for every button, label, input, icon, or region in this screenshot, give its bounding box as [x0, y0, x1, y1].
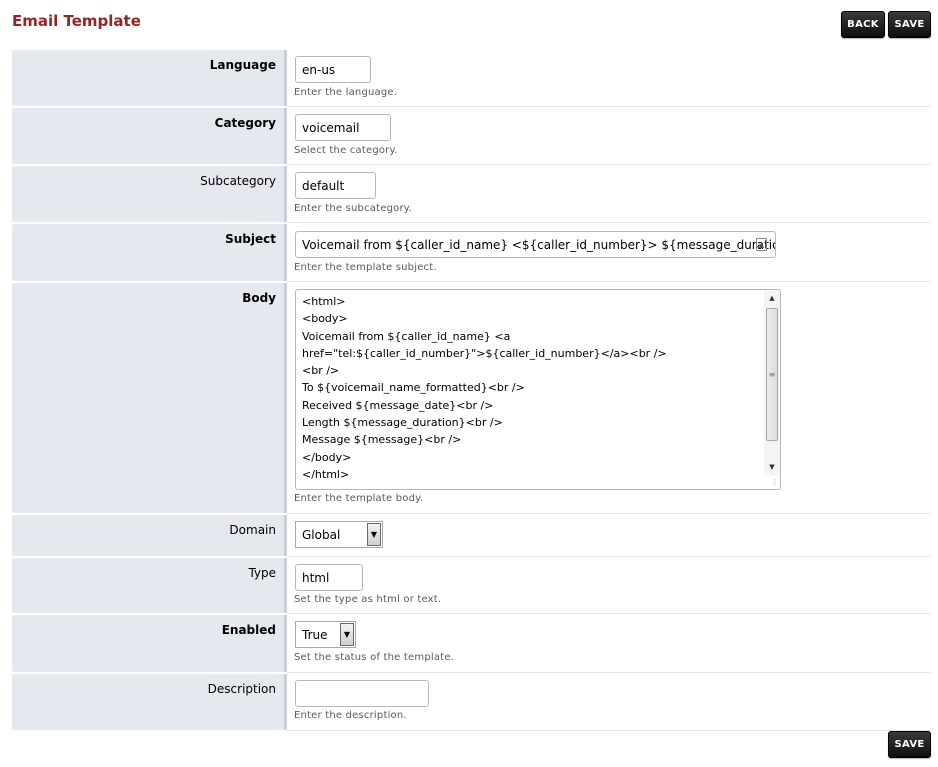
- subject-label: Subject: [225, 232, 276, 246]
- scroll-down-icon[interactable]: ▼: [764, 459, 780, 475]
- subject-value: Voicemail from ${caller_id_name} <${call…: [302, 237, 776, 252]
- field-cell: Voicemail from ${caller_id_name} <${call…: [287, 224, 931, 282]
- field-cell: Enter the description.: [287, 674, 931, 731]
- row-subject: Subject Voicemail from ${caller_id_name}…: [12, 224, 931, 282]
- label-cell: Category: [12, 108, 287, 164]
- body-scrollbar[interactable]: ▲ ≡ ▼: [764, 290, 780, 475]
- enabled-description: Set the status of the template.: [294, 652, 455, 663]
- body-line: href="tel:${caller_id_number}">${caller_…: [302, 346, 667, 360]
- subcategory-description: Enter the subcategory.: [294, 203, 412, 214]
- label-cell: Type: [12, 558, 287, 613]
- row-language: Language en-us Enter the language.: [12, 50, 931, 107]
- description-label: Description: [207, 682, 276, 696]
- description-input[interactable]: [295, 680, 429, 707]
- subject-description: Enter the template subject.: [294, 262, 437, 273]
- back-button[interactable]: BACK: [841, 11, 885, 38]
- language-input[interactable]: en-us: [295, 56, 371, 83]
- field-cell: True ▼ Set the status of the template.: [287, 615, 931, 673]
- body-line: </html>: [302, 467, 350, 481]
- scroll-up-icon[interactable]: ▲: [764, 290, 780, 306]
- subject-input[interactable]: Voicemail from ${caller_id_name} <${call…: [295, 231, 776, 258]
- category-description: Select the category.: [294, 145, 398, 156]
- body-line: To ${voicemail_name_formatted}<br />: [302, 381, 525, 395]
- label-cell: Domain: [12, 515, 287, 556]
- scroll-thumb[interactable]: ≡: [766, 308, 778, 441]
- type-input[interactable]: html: [295, 564, 363, 591]
- language-description: Enter the language.: [294, 87, 398, 98]
- field-cell: voicemail Select the category.: [287, 108, 931, 165]
- row-domain: Domain Global ▼: [12, 515, 931, 557]
- label-cell: Subcategory: [12, 166, 287, 222]
- body-line: <body>: [302, 312, 348, 326]
- enabled-value: True: [302, 627, 328, 642]
- label-cell: Description: [12, 674, 287, 730]
- chevron-down-icon[interactable]: ▼: [367, 523, 381, 546]
- row-description: Description Enter the description.: [12, 674, 931, 731]
- body-textarea[interactable]: <html> <body> Voicemail from ${caller_id…: [295, 289, 781, 490]
- category-input[interactable]: voicemail: [295, 114, 391, 141]
- chevron-down-icon[interactable]: ▼: [340, 623, 354, 646]
- body-line: <html>: [302, 295, 346, 308]
- page-title: Email Template: [12, 12, 141, 30]
- type-label: Type: [248, 566, 276, 580]
- row-enabled: Enabled True ▼ Set the status of the tem…: [12, 615, 931, 673]
- label-cell: Subject: [12, 224, 287, 281]
- domain-value: Global: [302, 527, 341, 542]
- body-content: <html> <body> Voicemail from ${caller_id…: [302, 293, 667, 483]
- label-cell: Language: [12, 50, 287, 106]
- row-type: Type html Set the type as html or text.: [12, 558, 931, 614]
- domain-label: Domain: [229, 523, 276, 537]
- enabled-label: Enabled: [221, 623, 276, 637]
- save-button-bottom[interactable]: SAVE: [888, 731, 931, 758]
- body-line: Received ${message_date}<br />: [302, 398, 494, 412]
- field-cell: <html> <body> Voicemail from ${caller_id…: [287, 283, 931, 514]
- subcategory-label: Subcategory: [200, 174, 276, 188]
- description-description: Enter the description.: [294, 710, 407, 721]
- row-body: Body <html> <body> Voicemail from ${call…: [12, 283, 931, 514]
- language-label: Language: [209, 58, 276, 72]
- subcategory-input[interactable]: default: [295, 172, 376, 199]
- body-label: Body: [242, 291, 276, 305]
- label-cell: Enabled: [12, 615, 287, 672]
- enabled-select[interactable]: True ▼: [295, 621, 356, 648]
- field-cell: default Enter the subcategory.: [287, 166, 931, 223]
- text-expand-icon[interactable]: ▲: [756, 238, 767, 251]
- row-subcategory: Subcategory default Enter the subcategor…: [12, 166, 931, 223]
- category-label: Category: [214, 116, 276, 130]
- field-cell: Global ▼: [287, 515, 931, 557]
- save-button-top[interactable]: SAVE: [888, 11, 931, 38]
- field-cell: html Set the type as html or text.: [287, 558, 931, 614]
- body-description: Enter the template body.: [294, 493, 424, 504]
- body-line: Length ${message_duration}<br />: [302, 416, 503, 430]
- domain-select[interactable]: Global ▼: [295, 521, 383, 548]
- field-cell: en-us Enter the language.: [287, 50, 931, 107]
- row-category: Category voicemail Select the category.: [12, 108, 931, 165]
- type-description: Set the type as html or text.: [294, 594, 442, 605]
- body-line: </body>: [302, 450, 352, 464]
- body-line: <br />: [302, 364, 340, 378]
- resize-handle-icon[interactable]: ⋮: [769, 478, 779, 488]
- label-cell: Body: [12, 283, 287, 513]
- body-line: Message ${message}<br />: [302, 433, 462, 447]
- body-line: Voicemail from ${caller_id_name} <a: [302, 329, 511, 343]
